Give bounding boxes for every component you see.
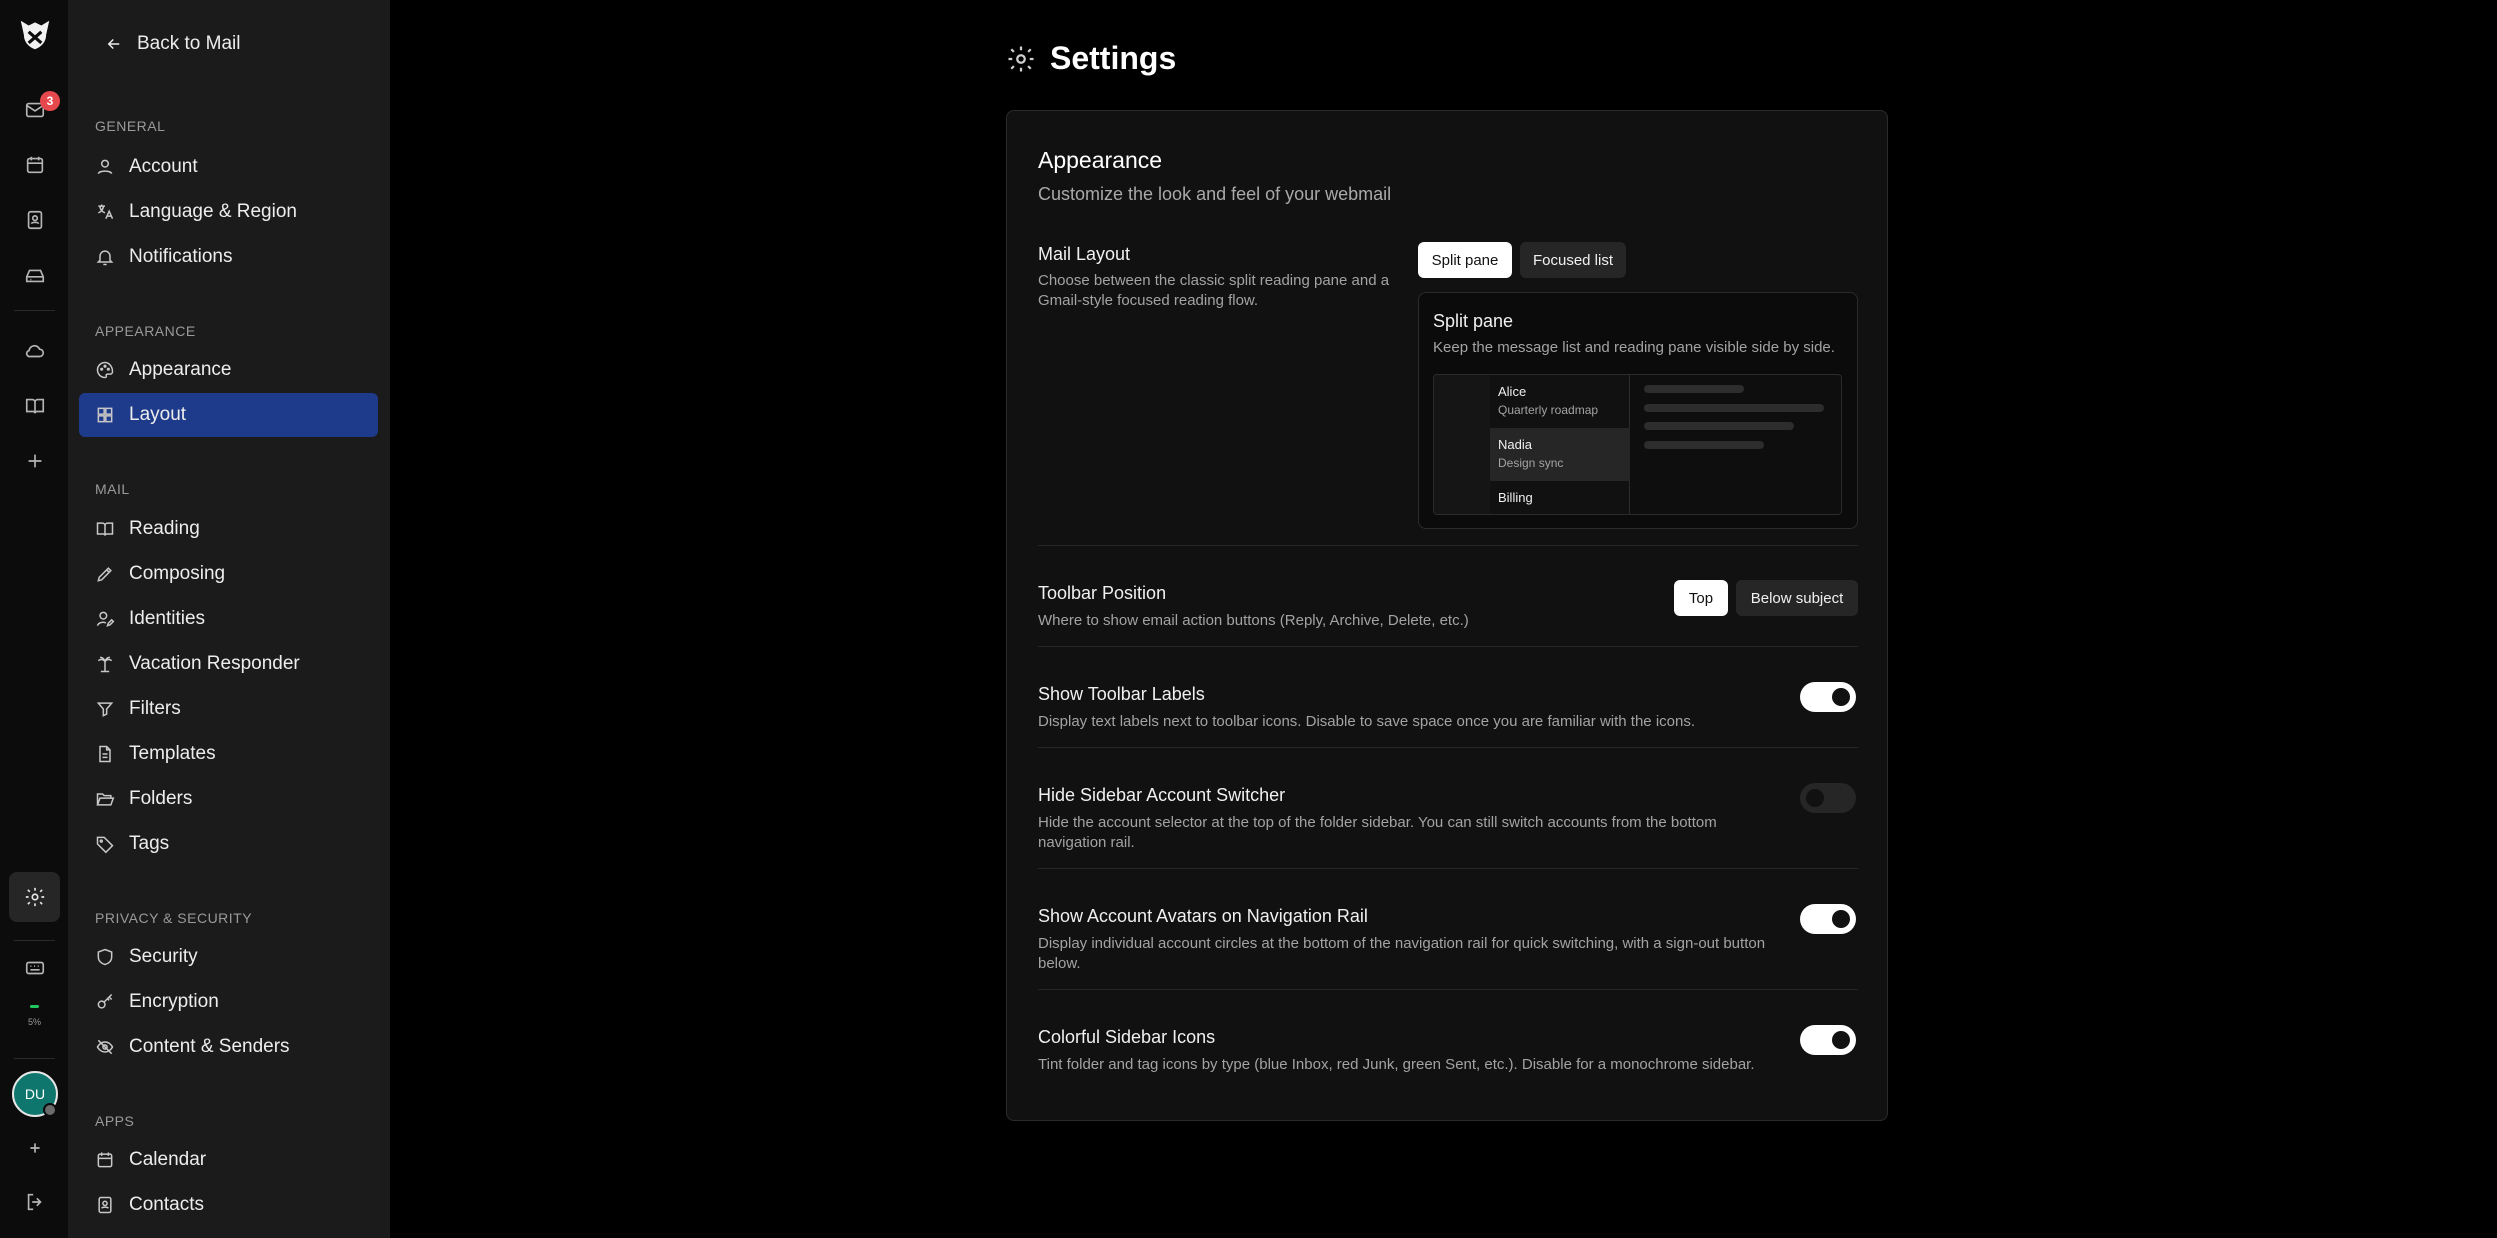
logo-icon[interactable] [0, 10, 69, 60]
book-open-icon [96, 522, 114, 536]
hide-account-switcher-toggle[interactable] [1800, 783, 1856, 813]
toolbar-top-option[interactable]: Top [1674, 580, 1728, 616]
arrow-left-icon [107, 38, 120, 50]
contacts-icon[interactable] [0, 195, 69, 245]
appearance-card: Appearance Customize the look and feel o… [1006, 110, 1888, 1121]
drive-icon[interactable] [0, 250, 69, 300]
navigation-rail: 3 5% DU [0, 0, 69, 1238]
settings-sidebar: Back to Mail GENERAL Account Language & … [69, 0, 390, 1238]
contacts-icon [98, 1196, 112, 1214]
sidebar-item-filters[interactable]: Filters [79, 687, 378, 731]
sidebar-item-security[interactable]: Security [79, 935, 378, 979]
tag-icon [96, 836, 114, 854]
preview-title: Split pane [1433, 311, 1514, 331]
toolbar-labels-toggle[interactable] [1800, 682, 1856, 712]
colorful-icons-toggle[interactable] [1800, 1025, 1856, 1055]
gear-icon [1008, 46, 1034, 71]
account-avatars-title: Show Account Avatars on Navigation Rail [1038, 906, 1368, 926]
account-avatars-description: Display individual account circles at th… [1038, 935, 1766, 972]
toolbar-position-description: Where to show email action buttons (Repl… [1038, 612, 1469, 629]
storage-bar [30, 1005, 39, 1008]
avatar-status [43, 1103, 57, 1117]
preview-description: Keep the message list and reading pane v… [1433, 339, 1835, 356]
sidebar-item-content-senders[interactable]: Content & Senders [79, 1025, 378, 1069]
user-icon [97, 159, 113, 175]
section-apps: APPS [95, 1113, 135, 1129]
colorful-icons-description: Tint folder and tag icons by type (blue … [1038, 1056, 1755, 1073]
filter-icon [96, 702, 114, 717]
section-privacy: PRIVACY & SECURITY [95, 910, 253, 926]
section-general: GENERAL [95, 118, 166, 134]
keyboard-icon[interactable] [0, 943, 69, 993]
user-pen-icon [96, 611, 115, 627]
page-title: Settings [1006, 40, 1176, 77]
section-appearance: APPEARANCE [95, 323, 196, 339]
focused-list-option[interactable]: Focused list [1520, 242, 1626, 278]
hide-account-switcher-title: Hide Sidebar Account Switcher [1038, 785, 1286, 805]
key-icon [97, 993, 113, 1009]
mail-layout-title: Mail Layout [1038, 244, 1131, 264]
mail-layout-description: Choose between the classic split reading… [1038, 272, 1390, 309]
grid-icon [97, 407, 113, 423]
toolbar-labels-title: Show Toolbar Labels [1038, 684, 1205, 704]
sidebar-item-calendar[interactable]: Calendar [79, 1138, 378, 1182]
gear-icon[interactable] [0, 872, 69, 922]
cloud-icon[interactable] [0, 326, 69, 376]
storage-percent: 5% [27, 1017, 41, 1027]
bell-icon [96, 250, 114, 266]
sidebar-item-appearance[interactable]: Appearance [79, 348, 378, 392]
add-account-icon[interactable] [0, 1123, 69, 1173]
logout-icon[interactable] [0, 1177, 69, 1227]
calendar-icon [97, 1152, 113, 1168]
sidebar-item-reading[interactable]: Reading [79, 507, 378, 551]
pencil-icon [97, 567, 112, 582]
account-avatars-toggle[interactable] [1800, 904, 1856, 934]
hide-account-switcher-description: Hide the account selector at the top of … [1038, 814, 1717, 851]
folder-open-icon [96, 793, 115, 806]
sidebar-item-encryption[interactable]: Encryption [79, 980, 378, 1024]
plus-icon[interactable] [0, 436, 69, 486]
palette-icon [96, 361, 114, 379]
colorful-icons-title: Colorful Sidebar Icons [1038, 1027, 1216, 1047]
sidebar-item-account[interactable]: Account [79, 145, 378, 189]
list-item: Alice Quarterly roadmap [1498, 384, 1599, 417]
list-item: Billing [1498, 490, 1533, 505]
unread-badge: 3 [40, 91, 60, 111]
sidebar-item-identities[interactable]: Identities [79, 597, 378, 641]
file-text-icon [99, 745, 111, 763]
book-icon[interactable] [0, 381, 69, 431]
shield-icon [97, 948, 113, 966]
sidebar-item-folders[interactable]: Folders [79, 777, 378, 821]
sidebar-item-contacts[interactable]: Contacts [79, 1183, 378, 1227]
section-mail: MAIL [95, 481, 130, 497]
card-title: Appearance [1038, 147, 1163, 173]
preview-mock: Alice Quarterly roadmap Nadia Design syn… [1433, 374, 1842, 515]
split-pane-option[interactable]: Split pane [1418, 242, 1512, 278]
eye-off-icon [96, 1039, 114, 1055]
sidebar-item-vacation[interactable]: Vacation Responder [79, 642, 378, 686]
sidebar-item-notifications[interactable]: Notifications [79, 235, 378, 279]
mail-icon[interactable]: 3 [0, 85, 69, 135]
back-label: Back to Mail [137, 33, 241, 54]
toolbar-position-title: Toolbar Position [1038, 583, 1167, 603]
toolbar-labels-description: Display text labels next to toolbar icon… [1038, 713, 1695, 730]
card-subtitle: Customize the look and feel of your webm… [1038, 184, 1392, 204]
layout-preview: Split pane Keep the message list and rea… [1418, 292, 1858, 529]
toolbar-below-subject-option[interactable]: Below subject [1736, 580, 1858, 616]
sidebar-item-composing[interactable]: Composing [79, 552, 378, 596]
calendar-icon[interactable] [0, 140, 69, 190]
translate-icon [98, 204, 114, 219]
sidebar-item-templates[interactable]: Templates [79, 732, 378, 776]
sidebar-item-tags[interactable]: Tags [79, 822, 378, 866]
sidebar-item-layout[interactable]: Layout [79, 393, 378, 437]
list-item: Nadia Design sync [1490, 428, 1630, 481]
back-to-mail-link[interactable]: Back to Mail [105, 26, 240, 62]
sidebar-item-language[interactable]: Language & Region [79, 190, 378, 234]
palm-tree-icon [97, 656, 113, 673]
